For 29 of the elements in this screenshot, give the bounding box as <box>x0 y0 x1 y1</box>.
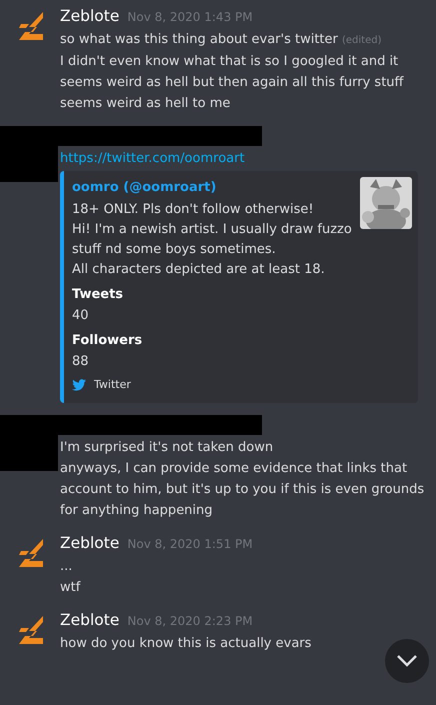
message-text: ... <box>60 558 74 576</box>
field-value: 40 <box>72 307 90 325</box>
bird-icon <box>72 378 86 390</box>
timestamp: Nov 8, 2020 1:51 PM <box>127 536 253 553</box>
embed-author[interactable]: oomro (@oomroart) <box>72 177 352 198</box>
chevron-down-icon <box>396 654 418 668</box>
timestamp: Nov 8, 2020 1:43 PM <box>127 9 253 26</box>
field-name: Followers <box>72 332 144 350</box>
username[interactable]: Zeblote <box>60 610 120 631</box>
message-text: I'm surprised it's not taken down <box>60 439 274 457</box>
embed-description: Hi! I'm a newish artist. I usually draw fuzzo stuff nd some boys sometimes. <box>72 221 352 259</box>
timestamp: Nov 8, 2020 2:23 PM <box>127 613 253 630</box>
link[interactable]: https://twitter.com/oomroart <box>60 148 430 169</box>
field-name: Tweets <box>72 286 124 304</box>
message-text: anyways, I can provide some evidence that links that account to him, but it's up to you if this is even grounds for anything happening <box>60 460 426 520</box>
embed-description: All characters depicted are at least 18. <box>72 261 326 279</box>
scroll-down-button[interactable] <box>385 639 429 683</box>
embed-footer: Twitter <box>94 374 131 395</box>
message-text: so what was this thing about evar's twitter <box>60 32 338 47</box>
message-text: how do you know this is actually evars <box>60 635 312 653</box>
username[interactable]: Zeblote <box>60 6 120 27</box>
field-value: 88 <box>72 353 90 371</box>
edited-label: (edited) <box>342 35 382 46</box>
message-text: wtf <box>60 579 82 597</box>
redaction-block <box>0 415 58 471</box>
redaction-block <box>0 126 58 182</box>
embed-description: 18+ ONLY. Pls don't follow otherwise! <box>72 201 315 219</box>
message-text: I didn't even know what that is so I googled it and it seems weird as hell but then again all this furry stuff seems weird as hell to me <box>60 53 405 113</box>
username[interactable]: Zeblote <box>60 533 120 554</box>
